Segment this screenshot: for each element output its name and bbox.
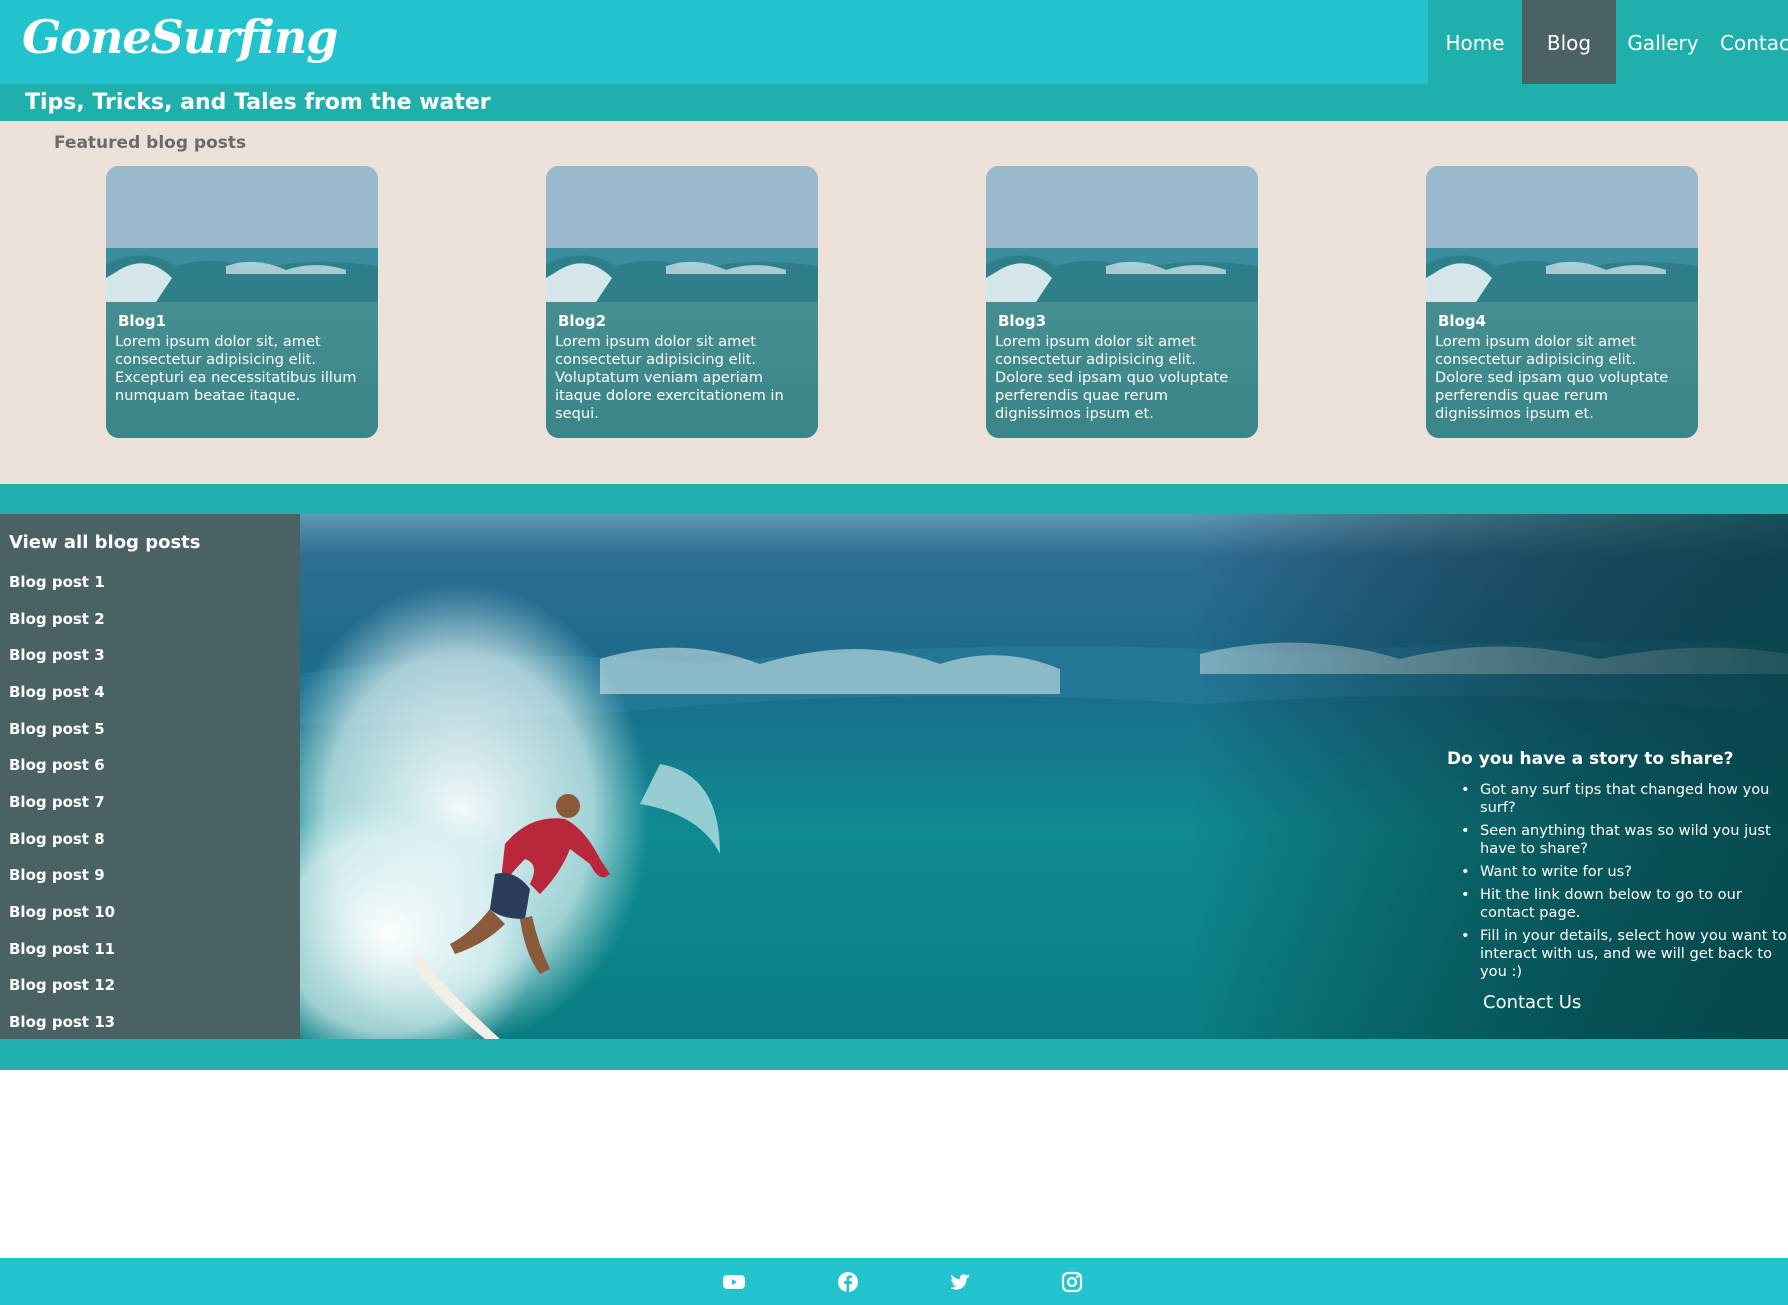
tagline-bar: Tips, Tricks, and Tales from the water <box>0 84 1788 121</box>
site-footer <box>0 1258 1788 1305</box>
wave-thumbnail <box>106 166 378 302</box>
divider-band <box>0 484 1788 514</box>
story-panel: Do you have a story to share? Got any su… <box>1447 749 1788 1013</box>
blog-post-link-5[interactable]: Blog post 5 <box>9 720 105 738</box>
story-bullet: Fill in your details, select how you wan… <box>1447 927 1788 981</box>
card-body: Blog4 Lorem ipsum dolor sit amet consect… <box>1426 302 1698 438</box>
blog-post-link-9[interactable]: Blog post 9 <box>9 866 105 884</box>
tagline: Tips, Tricks, and Tales from the water <box>25 90 491 115</box>
blog-post-link-7[interactable]: Blog post 7 <box>9 793 105 811</box>
story-bullet: Seen anything that was so wild you just … <box>1447 822 1788 858</box>
featured-title: Featured blog posts <box>54 133 247 153</box>
card-title: Blog4 <box>1438 312 1487 330</box>
nav-home[interactable]: Home <box>1428 0 1522 84</box>
blog-post-link-13[interactable]: Blog post 13 <box>9 1013 115 1031</box>
blog-list-sidebar: View all blog posts Blog post 1 Blog pos… <box>0 514 300 1039</box>
story-bullet: Hit the link down below to go to our con… <box>1447 886 1788 922</box>
blog-post-link-10[interactable]: Blog post 10 <box>9 903 115 921</box>
card-text: Lorem ipsum dolor sit amet consectetur a… <box>555 333 784 422</box>
view-all-posts-link[interactable]: View all blog posts <box>9 532 201 553</box>
divider-band-bottom <box>0 1039 1788 1070</box>
featured-card-3[interactable]: Blog3 Lorem ipsum dolor sit amet consect… <box>986 166 1258 438</box>
card-title: Blog1 <box>118 312 167 330</box>
youtube-icon[interactable] <box>722 1270 746 1294</box>
card-body: Blog3 Lorem ipsum dolor sit amet consect… <box>986 302 1258 438</box>
facebook-icon[interactable] <box>836 1270 860 1294</box>
card-text: Lorem ipsum dolor sit amet consectetur a… <box>1435 333 1669 422</box>
nav-gallery[interactable]: Gallery <box>1616 0 1710 84</box>
twitter-icon[interactable] <box>948 1270 972 1294</box>
featured-card-4[interactable]: Blog4 Lorem ipsum dolor sit amet consect… <box>1426 166 1698 438</box>
card-text: Lorem ipsum dolor sit, amet consectetur … <box>115 333 357 404</box>
card-text: Lorem ipsum dolor sit amet consectetur a… <box>995 333 1229 422</box>
story-title: Do you have a story to share? <box>1447 749 1734 769</box>
instagram-icon[interactable] <box>1060 1270 1084 1294</box>
card-title: Blog2 <box>558 312 607 330</box>
card-body: Blog1 Lorem ipsum dolor sit, amet consec… <box>106 302 378 438</box>
blog-post-link-3[interactable]: Blog post 3 <box>9 646 105 664</box>
card-title: Blog3 <box>998 312 1047 330</box>
nav-contact[interactable]: Contac <box>1710 0 1788 84</box>
wave-thumbnail <box>1426 166 1698 302</box>
featured-card-1[interactable]: Blog1 Lorem ipsum dolor sit, amet consec… <box>106 166 378 438</box>
contact-us-link[interactable]: Contact Us <box>1483 992 1581 1013</box>
nav-blog[interactable]: Blog <box>1522 0 1616 84</box>
blog-post-link-12[interactable]: Blog post 12 <box>9 976 115 994</box>
card-body: Blog2 Lorem ipsum dolor sit amet consect… <box>546 302 818 438</box>
blog-post-link-11[interactable]: Blog post 11 <box>9 940 115 958</box>
blog-post-link-2[interactable]: Blog post 2 <box>9 610 105 628</box>
blog-post-link-6[interactable]: Blog post 6 <box>9 756 105 774</box>
main-nav: Home Blog Gallery Contac <box>1428 0 1788 84</box>
blog-post-link-4[interactable]: Blog post 4 <box>9 683 105 701</box>
blog-post-link-1[interactable]: Blog post 1 <box>9 573 105 591</box>
wave-thumbnail <box>986 166 1258 302</box>
site-logo[interactable]: GoneSurfing <box>22 10 338 64</box>
story-bullet: Got any surf tips that changed how you s… <box>1447 781 1788 817</box>
story-bullet-list: Got any surf tips that changed how you s… <box>1447 781 1788 981</box>
wave-thumbnail <box>546 166 818 302</box>
featured-card-2[interactable]: Blog2 Lorem ipsum dolor sit amet consect… <box>546 166 818 438</box>
story-bullet: Want to write for us? <box>1447 863 1788 881</box>
site-header: GoneSurfing Home Blog Gallery Contac <box>0 0 1788 84</box>
blog-post-link-8[interactable]: Blog post 8 <box>9 830 105 848</box>
hero-banner: Do you have a story to share? Got any su… <box>300 514 1788 1039</box>
